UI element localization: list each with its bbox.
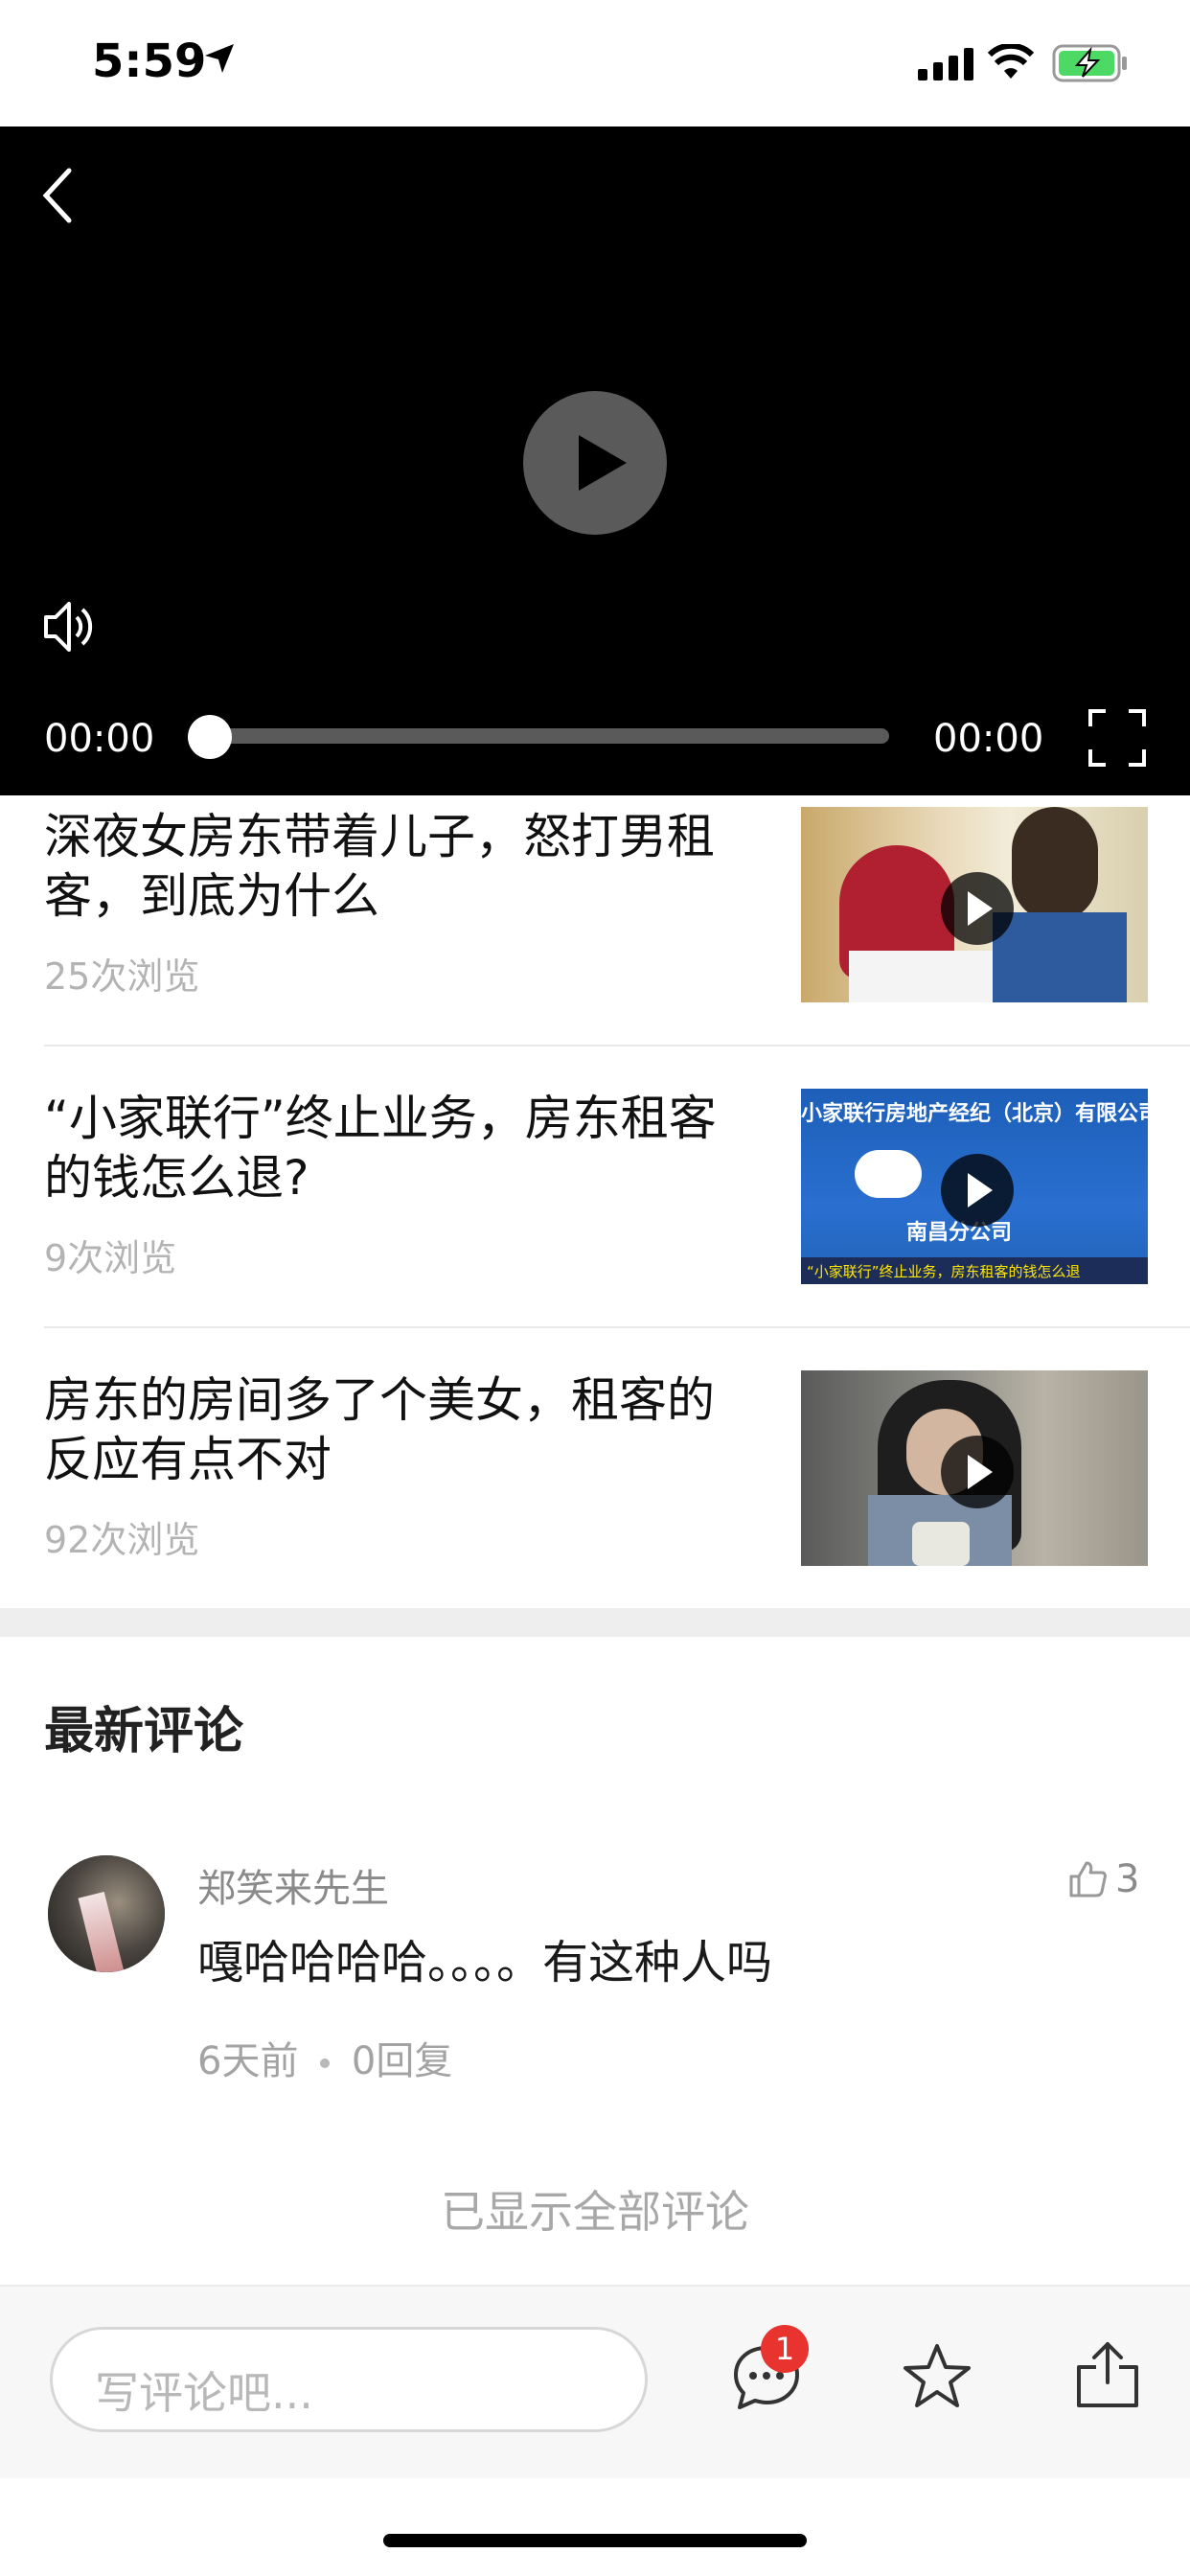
- play-icon: [941, 872, 1014, 945]
- comment-time: 6天前: [197, 2039, 299, 2083]
- fullscreen-icon[interactable]: [1087, 707, 1148, 769]
- related-video-title: “小家联行”终止业务，房东租客的钱怎么退?: [44, 1091, 717, 1206]
- related-video-item[interactable]: 房东的房间多了个美女，租客的反应有点不对 92次浏览: [0, 1359, 1190, 1608]
- comment-input[interactable]: 写评论吧...: [50, 2327, 648, 2432]
- comment-replies[interactable]: 0回复: [352, 2039, 452, 2083]
- like-count: 3: [1115, 1857, 1140, 1901]
- comment-meta: 6天前 0回复: [197, 2030, 452, 2085]
- cellular-signal-icon: [918, 48, 973, 80]
- status-time: 5:59: [92, 34, 207, 88]
- meta-separator: [320, 2058, 331, 2068]
- bottom-bar: 写评论吧... 1: [0, 2285, 1190, 2478]
- volume-icon[interactable]: [42, 596, 96, 657]
- play-icon: [579, 435, 627, 491]
- all-comments-shown: 已显示全部评论: [441, 2186, 749, 2238]
- share-icon[interactable]: [1071, 2338, 1144, 2411]
- comments-title: 最新评论: [44, 1703, 244, 1760]
- comment-text: 嘎哈哈哈哈。。。。有这种人吗: [197, 1936, 773, 1990]
- current-time: 00:00: [44, 717, 155, 761]
- related-video-title: 深夜女房东带着儿子，怒打男租客，到底为什么: [44, 809, 715, 924]
- related-video-thumbnail: [801, 1370, 1148, 1566]
- star-icon[interactable]: [901, 2340, 973, 2413]
- comment-count-badge: 1: [761, 2325, 809, 2373]
- related-video-title: 房东的房间多了个美女，租客的反应有点不对: [44, 1372, 715, 1487]
- play-icon: [941, 1436, 1014, 1508]
- wifi-icon: [987, 44, 1035, 79]
- elephant-logo: [855, 1150, 922, 1198]
- home-indicator: [383, 2534, 807, 2547]
- related-video-views: 25次浏览: [44, 955, 200, 998]
- section-divider: [0, 1608, 1190, 1637]
- related-video-item[interactable]: 深夜女房东带着儿子，怒打男租客，到底为什么 25次浏览: [0, 795, 1190, 1075]
- thumbnail-caption-text: “小家联行”终止业务，房东租客的钱怎么退: [807, 1263, 1081, 1280]
- play-button[interactable]: [523, 391, 667, 535]
- total-time: 00:00: [933, 717, 1044, 761]
- related-video-views: 92次浏览: [44, 1519, 200, 1561]
- related-video-views: 9次浏览: [44, 1237, 177, 1279]
- thumbs-up-icon: [1069, 1861, 1107, 1898]
- divider: [44, 1045, 1190, 1046]
- back-icon[interactable]: [38, 165, 77, 226]
- video-player[interactable]: 00:00 00:00: [0, 126, 1190, 795]
- related-video-item[interactable]: “小家联行”终止业务，房东租客的钱怎么退? 9次浏览 小家联行房地产经纪（北京）…: [0, 1077, 1190, 1357]
- avatar[interactable]: [48, 1855, 165, 1972]
- status-bar: 5:59: [0, 0, 1190, 126]
- play-icon: [941, 1154, 1014, 1227]
- location-arrow-icon: [205, 44, 234, 73]
- thumbnail-banner-text: 小家联行房地产经纪（北京）有限公司: [801, 1102, 1148, 1126]
- like-button[interactable]: 3: [1067, 1857, 1144, 1905]
- progress-bar[interactable]: [190, 728, 889, 744]
- battery-charging-icon: [1052, 44, 1127, 82]
- progress-knob[interactable]: [188, 715, 232, 759]
- related-video-thumbnail: 小家联行房地产经纪（北京）有限公司 南昌分公司 “小家联行”终止业务，房东租客的…: [801, 1089, 1148, 1284]
- related-video-thumbnail: [801, 807, 1148, 1002]
- comment-username[interactable]: 郑笑来先生: [197, 1857, 389, 1913]
- divider: [44, 1326, 1190, 1328]
- comment-input-placeholder: 写评论吧...: [95, 2367, 313, 2419]
